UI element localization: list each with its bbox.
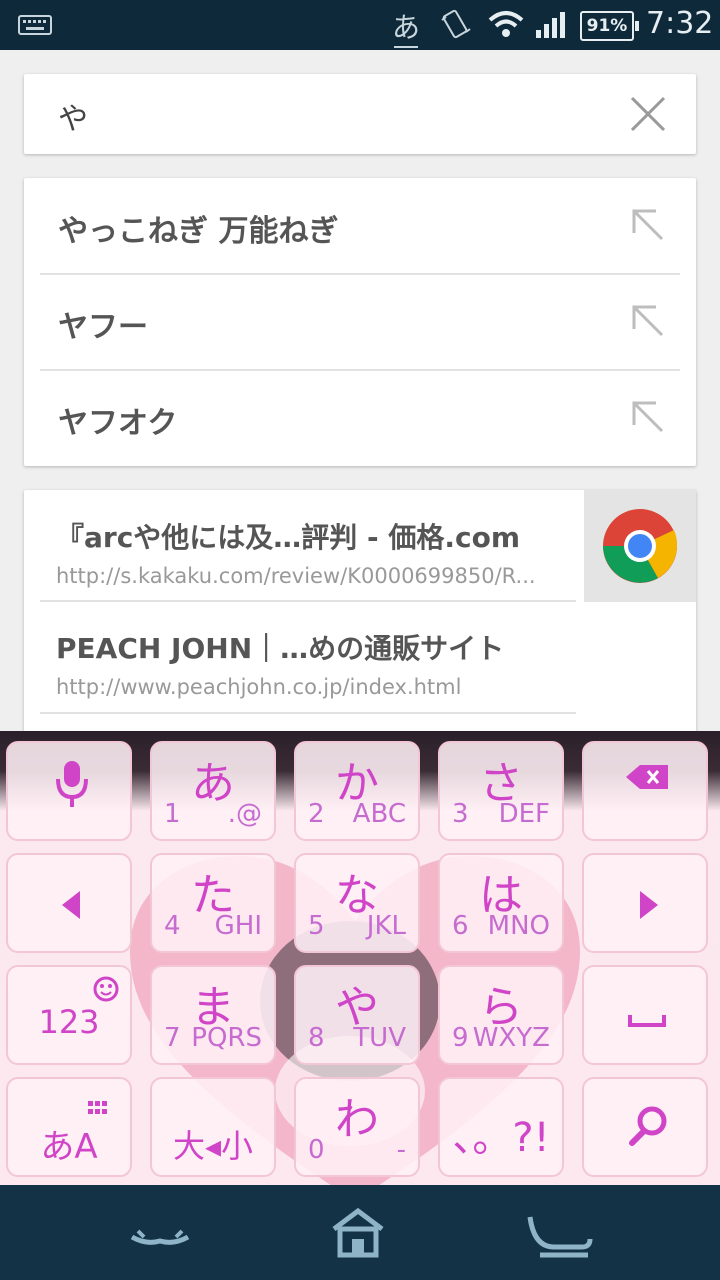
arrow-up-left-icon[interactable]: [630, 207, 666, 243]
arrow-up-left-icon[interactable]: [630, 399, 666, 435]
punctuation-key[interactable]: 、。?!: [438, 1077, 564, 1177]
key-wa[interactable]: わ 0 -: [294, 1077, 420, 1177]
suggestion-text: やっこねぎ 万能ねぎ: [58, 214, 339, 249]
history-url: http://s.kakaku.com/review/K0000699850/R…: [56, 564, 536, 588]
input-mode-key[interactable]: あA: [6, 1077, 132, 1177]
backspace-key[interactable]: [582, 741, 708, 841]
key-a[interactable]: あ 1 .@: [150, 741, 276, 841]
key-alpha: ABC: [352, 799, 406, 829]
key-alpha: -: [396, 1135, 406, 1165]
number-mode-key[interactable]: 123: [6, 965, 132, 1065]
key-alpha: WXYZ: [472, 1023, 550, 1053]
suggestion-item[interactable]: ヤフオク: [40, 370, 680, 465]
close-icon[interactable]: [630, 96, 666, 132]
navigation-bar: [0, 1185, 720, 1280]
search-key[interactable]: [582, 1077, 708, 1177]
key-number: 6: [452, 911, 469, 941]
key-alpha: JKL: [366, 911, 406, 941]
grid-icon: [88, 1101, 107, 1114]
divider: [40, 600, 576, 602]
keyboard: あ 1 .@ か 2 ABC さ 3 DEF た 4 GHI な 5 JKL は…: [0, 731, 720, 1185]
keyboard-icon: [18, 15, 52, 35]
key-number: 8: [308, 1023, 325, 1053]
home-icon[interactable]: [326, 1203, 390, 1263]
key-alpha: DEF: [498, 799, 550, 829]
history-url: http://www.peachjohn.co.jp/index.html: [56, 675, 462, 699]
history-item[interactable]: 『arcや他には及…評判 - 価格.com http://s.kakaku.co…: [56, 516, 576, 588]
key-alpha: GHI: [214, 911, 262, 941]
ime-indicator: あ: [392, 6, 420, 48]
space-icon: [628, 1015, 666, 1027]
key-number: 9: [452, 1023, 469, 1053]
space-key[interactable]: [582, 965, 708, 1065]
key-number: 1: [164, 799, 181, 829]
status-bar: あ 91% 7:32: [0, 0, 720, 50]
key-ma[interactable]: ま 7 PQRS: [150, 965, 276, 1065]
key-number: 5: [308, 911, 325, 941]
chrome-icon: [603, 509, 678, 583]
mic-icon: [56, 761, 88, 807]
key-ka[interactable]: か 2 ABC: [294, 741, 420, 841]
key-alpha: PQRS: [191, 1023, 262, 1053]
emoji-icon: [93, 976, 119, 1002]
suggestion-text: ヤフオク: [58, 406, 178, 441]
key-ya[interactable]: や 8 TUV: [294, 965, 420, 1065]
key-alpha: TUV: [353, 1023, 406, 1053]
dakuten-key[interactable]: 大◂小: [150, 1077, 276, 1177]
wifi-icon: [488, 11, 524, 37]
cursor-right-key[interactable]: [582, 853, 708, 953]
arrow-up-left-icon[interactable]: [630, 303, 666, 339]
backspace-icon: [626, 765, 668, 789]
mic-key[interactable]: [6, 741, 132, 841]
vibrate-icon: [441, 9, 471, 39]
key-ra[interactable]: ら 9 WXYZ: [438, 965, 564, 1065]
history-title: 『arcや他には及…評判 - 価格.com: [56, 521, 521, 554]
key-number: 4: [164, 911, 181, 941]
cursor-left-key[interactable]: [6, 853, 132, 953]
clock: 7:32: [646, 6, 714, 41]
key-label: あA: [40, 1127, 98, 1167]
search-icon: [629, 1106, 667, 1146]
key-number: 3: [452, 799, 469, 829]
key-number: 0: [308, 1135, 325, 1165]
key-sa[interactable]: さ 3 DEF: [438, 741, 564, 841]
suggestion-text: ヤフー: [58, 310, 148, 345]
arrow-left-icon: [62, 891, 80, 919]
arrow-right-icon: [640, 891, 658, 919]
key-number: 2: [308, 799, 325, 829]
suggestion-list: やっこねぎ 万能ねぎ ヤフー ヤフオク: [24, 178, 696, 466]
key-alpha: MNO: [487, 911, 550, 941]
history-title: PEACH JOHN｜…めの通販サイト: [56, 632, 505, 665]
key-number: 7: [164, 1023, 181, 1053]
key-ta[interactable]: た 4 GHI: [150, 853, 276, 953]
battery-indicator: 91%: [580, 11, 639, 41]
history-list: 『arcや他には及…評判 - 価格.com http://s.kakaku.co…: [24, 490, 696, 735]
key-label: 大◂小: [172, 1127, 254, 1165]
divider: [40, 712, 576, 714]
suggestion-item[interactable]: やっこねぎ 万能ねぎ: [40, 178, 680, 273]
search-input[interactable]: や: [58, 94, 88, 138]
search-box[interactable]: や: [24, 74, 696, 154]
history-item[interactable]: PEACH JOHN｜…めの通販サイト http://www.peachjohn…: [56, 627, 576, 699]
key-label: 、。?!: [452, 1115, 550, 1161]
suggestion-item[interactable]: ヤフー: [40, 274, 680, 369]
key-label: 123: [38, 1003, 100, 1041]
chrome-app-button[interactable]: [584, 490, 696, 602]
back-icon[interactable]: [128, 1203, 192, 1263]
key-na[interactable]: な 5 JKL: [294, 853, 420, 953]
key-alpha: .@: [227, 799, 262, 829]
signal-icon: [536, 12, 565, 38]
recent-apps-icon[interactable]: [524, 1203, 594, 1263]
key-ha[interactable]: は 6 MNO: [438, 853, 564, 953]
